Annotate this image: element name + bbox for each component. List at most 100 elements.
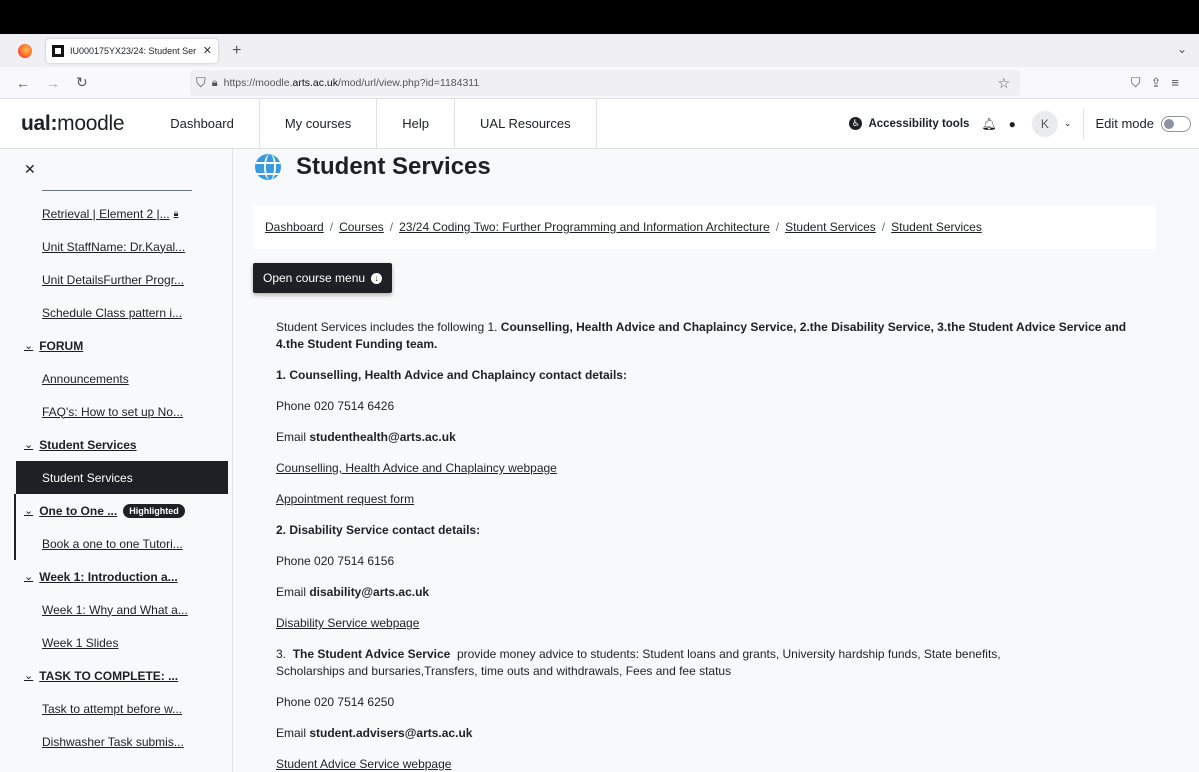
- firefox-icon: [18, 43, 32, 58]
- email-address: disability@arts.ac.uk: [309, 585, 430, 599]
- url-domain: arts.ac.uk: [292, 77, 339, 89]
- collapse-chevron-icon[interactable]: ⌄: [24, 570, 33, 583]
- heading-text: 2. Disability Service contact details:: [276, 523, 481, 537]
- item-label: Retrieval | Element 2 |...: [42, 206, 170, 221]
- email-address: student.advisers@arts.ac.uk: [309, 726, 473, 740]
- section-student-services[interactable]: ⌄ Student Services: [0, 428, 232, 461]
- breadcrumb-section[interactable]: Student Services: [785, 220, 876, 234]
- student-advice-webpage-link[interactable]: Student Advice Service webpage: [276, 757, 451, 771]
- heading-text: 1. Counselling, Health Advice and Chapla…: [276, 368, 627, 382]
- section-3-intro: 3. The Student Advice Service provide mo…: [276, 646, 1056, 680]
- page-header: Student Services: [255, 153, 491, 181]
- section-forum[interactable]: ⌄ FORUM: [0, 329, 232, 362]
- nav-ual-resources[interactable]: UAL Resources: [455, 98, 597, 149]
- close-tab-icon[interactable]: ✕: [203, 44, 212, 57]
- tab-title: IU000175YX23/24: Student Ser: [70, 45, 197, 56]
- new-tab-icon[interactable]: +: [232, 42, 241, 60]
- section-2-heading: 2. Disability Service contact details:: [276, 522, 1136, 539]
- clipped-item-underline: [42, 190, 192, 191]
- email-label: Email: [276, 726, 310, 740]
- course-index-item[interactable]: Book a one to one Tutori...: [14, 527, 232, 560]
- nav-help[interactable]: Help: [377, 98, 456, 149]
- url-bar[interactable]: ⛉ 🔒︎ https://moodle. arts.ac.uk/mod/url/v…: [190, 70, 1020, 96]
- nav-dashboard[interactable]: Dashboard: [154, 98, 260, 149]
- moodle-header: ual:moodle Dashboard My courses Help UAL…: [0, 98, 1199, 149]
- breadcrumb-courses[interactable]: Courses: [339, 220, 384, 234]
- breadcrumb-separator: /: [881, 220, 886, 234]
- course-index-item[interactable]: FAQ's: How to set up No...: [0, 395, 232, 428]
- arrow-down-circle-icon: ↓: [371, 272, 383, 284]
- section-2-webpage: Disability Service webpage: [276, 615, 1136, 632]
- breadcrumb-current[interactable]: Student Services: [891, 220, 982, 234]
- breadcrumb-separator: /: [329, 220, 334, 234]
- messages-chat-icon[interactable]: ●: [1009, 117, 1016, 131]
- course-index-item[interactable]: Week 1 Slides: [0, 626, 232, 659]
- divider: [1083, 108, 1085, 139]
- breadcrumb-course[interactable]: 23/24 Coding Two: Further Programming an…: [399, 220, 770, 234]
- intro-text: Student Services includes the following …: [276, 320, 501, 334]
- course-index-item[interactable]: Unit DetailsFurther Progr...: [0, 263, 232, 296]
- shield-icon[interactable]: ⛉: [196, 75, 206, 91]
- section-week-1[interactable]: ⌄ Week 1: Introduction a...: [0, 560, 232, 593]
- close-drawer-icon[interactable]: ✕: [24, 161, 36, 178]
- section-1-heading: 1. Counselling, Health Advice and Chapla…: [276, 367, 1136, 384]
- section-2-email: Email disability@arts.ac.uk: [276, 584, 1136, 601]
- user-menu-chevron-icon[interactable]: ⌄: [1064, 118, 1072, 129]
- disability-webpage-link[interactable]: Disability Service webpage: [276, 616, 419, 630]
- email-label: Email: [276, 430, 310, 444]
- highlighted-badge: Highlighted: [123, 503, 185, 518]
- course-index-item[interactable]: Dishwasher Task submis...: [0, 725, 232, 758]
- section-1-phone: Phone 020 7514 6426: [276, 399, 395, 413]
- counselling-webpage-link[interactable]: Counselling, Health Advice and Chaplainc…: [276, 461, 557, 475]
- course-index-item[interactable]: Announcements: [0, 362, 232, 395]
- reload-icon[interactable]: ↻: [76, 74, 88, 91]
- tab-list-chevron-icon[interactable]: ⌄: [1177, 42, 1187, 56]
- collapse-chevron-icon[interactable]: ⌄: [24, 669, 33, 682]
- appointment-request-form-link[interactable]: Appointment request form: [276, 492, 414, 506]
- main-region: Student Services Dashboard / Courses / 23/…: [233, 149, 1199, 772]
- notifications-bell-icon[interactable]: 🔔︎: [981, 117, 996, 131]
- edit-mode-control[interactable]: Edit mode: [1095, 115, 1191, 132]
- section-3-webpage: Student Advice Service webpage: [276, 756, 1136, 772]
- course-index-item[interactable]: Retrieval | Element 2 |... 🔒︎: [0, 197, 232, 230]
- course-index-item-active[interactable]: Student Services: [16, 461, 228, 494]
- course-index-item[interactable]: Week 1: Why and What a...: [0, 593, 232, 626]
- section-2-phone: Phone 020 7514 6156: [276, 554, 395, 568]
- edit-mode-toggle[interactable]: [1161, 115, 1191, 132]
- page-title: Student Services: [296, 153, 491, 180]
- collapse-chevron-icon[interactable]: ⌄: [24, 504, 33, 517]
- logo-bold: ual:: [21, 111, 58, 135]
- back-icon[interactable]: ←: [16, 75, 30, 91]
- collapse-chevron-icon[interactable]: ⌄: [24, 438, 33, 451]
- site-logo[interactable]: ual:moodle: [21, 111, 125, 136]
- url-path: /mod/url/view.php?id=1184311: [338, 77, 480, 89]
- nav-my-courses[interactable]: My courses: [260, 98, 378, 149]
- open-course-menu-button[interactable]: Open course menu ↓: [253, 263, 393, 293]
- browser-tab-bar: IU000175YX23/24: Student Ser ✕ + ⌄: [0, 34, 1199, 67]
- forward-icon[interactable]: →: [46, 75, 60, 91]
- course-index-item[interactable]: Unit StaffName: Dr.Kayal...: [0, 230, 232, 263]
- primary-nav: Dashboard My courses Help UAL Resources: [154, 98, 597, 149]
- email-address: studenthealth@arts.ac.uk: [309, 430, 456, 444]
- breadcrumb-dashboard[interactable]: Dashboard: [265, 220, 324, 234]
- section-label: One to One ...: [39, 503, 118, 518]
- url-globe-icon: [255, 154, 281, 180]
- course-index-drawer: ✕ Retrieval | Element 2 |... 🔒︎ Unit Staf…: [0, 149, 233, 772]
- bookmark-star-icon[interactable]: ☆: [997, 75, 1010, 92]
- email-label: Email: [276, 585, 310, 599]
- section-one-to-one[interactable]: ⌄ One to One ... Highlighted: [14, 494, 232, 527]
- lock-icon[interactable]: 🔒︎: [212, 77, 218, 90]
- section-label: TASK TO COMPLETE: ...: [39, 668, 179, 683]
- logo-rest: moodle: [57, 111, 125, 135]
- accessibility-tools-button[interactable]: ♿︎ Accessibility tools: [849, 117, 969, 130]
- browser-toolbar-icons[interactable]: ⛉⇪≡: [1131, 75, 1189, 91]
- course-index-item[interactable]: Schedule Class pattern i...: [0, 296, 232, 329]
- browser-tab[interactable]: IU000175YX23/24: Student Ser ✕: [46, 38, 218, 63]
- s3-prefix: 3.: [276, 647, 293, 661]
- section-task-to-complete[interactable]: ⌄ TASK TO COMPLETE: ...: [0, 659, 232, 692]
- breadcrumb: Dashboard / Courses / 23/24 Coding Two: Fu…: [253, 205, 1156, 249]
- course-index-item[interactable]: Task to attempt before w...: [0, 692, 232, 725]
- user-avatar[interactable]: K: [1031, 110, 1058, 137]
- collapse-chevron-icon[interactable]: ⌄: [24, 339, 33, 352]
- site-favicon-icon: [52, 44, 64, 57]
